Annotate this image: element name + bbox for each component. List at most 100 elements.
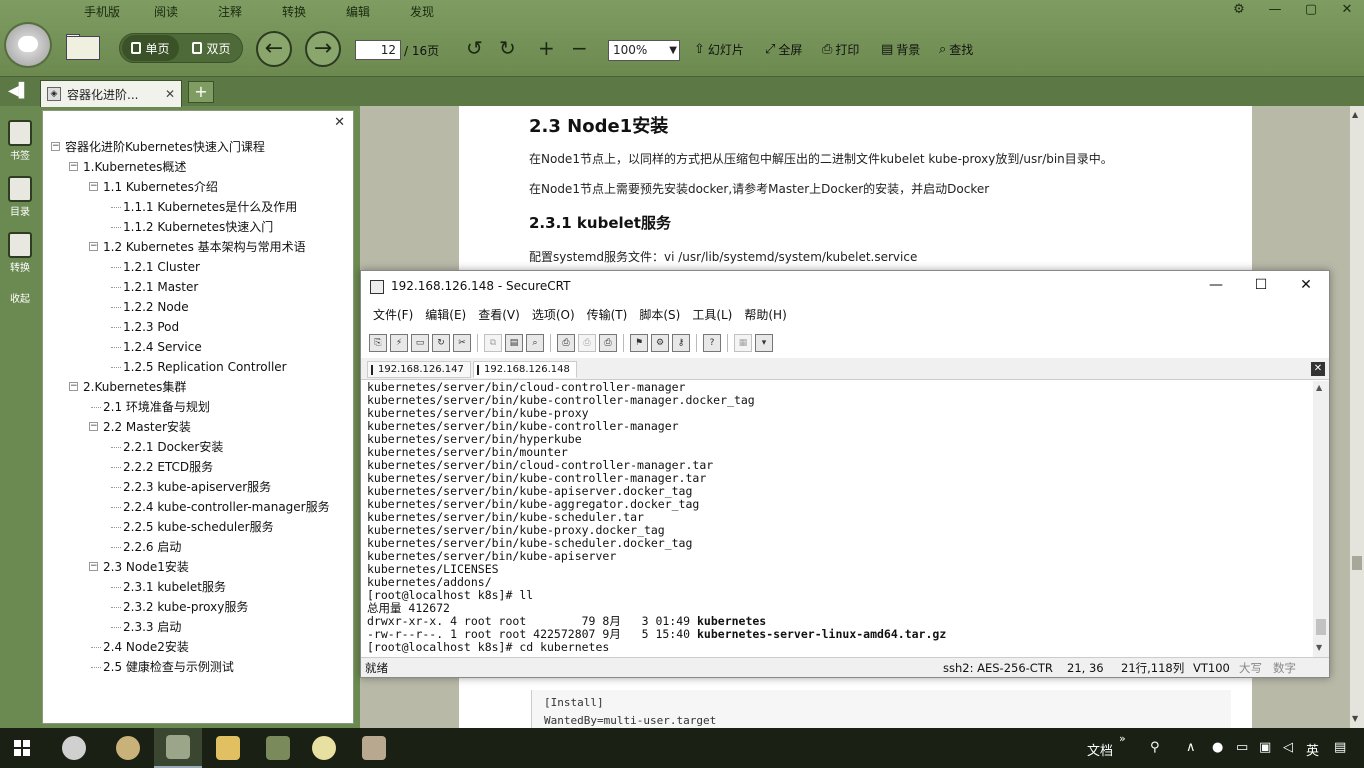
collapse-toggle-icon[interactable]: − bbox=[89, 182, 98, 191]
toc-item[interactable]: 2.3.1 kubelet服务 bbox=[43, 577, 353, 597]
background-button[interactable]: ▤ 背景 bbox=[881, 41, 920, 58]
next-page-icon[interactable]: → bbox=[305, 31, 341, 67]
prev-page-icon[interactable]: ← bbox=[256, 31, 292, 67]
session-close-icon[interactable]: ✕ bbox=[1311, 362, 1325, 376]
toc-button[interactable]: 目录 bbox=[3, 176, 37, 218]
crt-menu-script[interactable]: 脚本(S) bbox=[633, 305, 686, 325]
fullscreen-button[interactable]: ⤢ 全屏 bbox=[765, 41, 802, 58]
toc-item[interactable]: 1.2.1 Cluster bbox=[43, 257, 353, 277]
windows-start-icon[interactable] bbox=[14, 740, 30, 756]
crt-menu-tools[interactable]: 工具(L) bbox=[686, 305, 738, 325]
help-icon[interactable]: ? bbox=[703, 334, 721, 352]
toc-item[interactable]: −1.1 Kubernetes介绍 bbox=[43, 177, 353, 197]
taskbar-app-1-icon[interactable] bbox=[104, 728, 152, 768]
crt-maximize-icon[interactable]: ☐ bbox=[1251, 277, 1271, 295]
scroll-down-icon[interactable]: ▼ bbox=[1352, 714, 1358, 723]
zoom-out-icon[interactable]: − bbox=[571, 36, 588, 60]
crt-close-icon[interactable]: ✕ bbox=[1296, 277, 1316, 295]
single-page-button[interactable]: 单页 bbox=[122, 35, 179, 61]
collapse-toggle-icon[interactable]: − bbox=[89, 562, 98, 571]
menu-discover[interactable]: 发现 bbox=[390, 2, 454, 22]
session-tab-147[interactable]: 192.168.126.147 bbox=[367, 361, 471, 378]
toc-item[interactable]: 2.3.3 启动 bbox=[43, 617, 353, 637]
print-button[interactable]: ⎙ 打印 bbox=[822, 41, 859, 58]
toc-item[interactable]: 2.1 环境准备与规划 bbox=[43, 397, 353, 417]
toc-item[interactable]: 2.2.6 启动 bbox=[43, 537, 353, 557]
bookmark-button[interactable]: 书签 bbox=[3, 120, 37, 162]
terminal-scroll-thumb[interactable] bbox=[1316, 619, 1326, 635]
toc-item[interactable]: −2.3 Node1安装 bbox=[43, 557, 353, 577]
rotate-left-icon[interactable]: ↺ bbox=[466, 36, 483, 60]
toc-item[interactable]: 1.2.2 Node bbox=[43, 297, 353, 317]
global-options-icon[interactable]: ⚙ bbox=[651, 334, 669, 352]
maximize-icon[interactable]: ▢ bbox=[1300, 0, 1322, 20]
find-button[interactable]: ⌕ 查找 bbox=[939, 41, 973, 58]
close-icon[interactable]: ✕ bbox=[1336, 0, 1358, 20]
crt-menu-edit[interactable]: 编辑(E) bbox=[419, 305, 472, 325]
task-view-icon[interactable] bbox=[50, 728, 98, 768]
tray-battery-icon[interactable]: ▭ bbox=[1236, 740, 1248, 755]
paste-icon[interactable]: ▤ bbox=[505, 334, 523, 352]
toc-item[interactable]: 2.2.1 Docker安装 bbox=[43, 437, 353, 457]
toc-item[interactable]: 2.2.2 ETCD服务 bbox=[43, 457, 353, 477]
print-selection-icon[interactable]: ⎙ bbox=[578, 334, 596, 352]
toc-item[interactable]: 1.2.5 Replication Controller bbox=[43, 357, 353, 377]
menu-edit[interactable]: 编辑 bbox=[326, 2, 390, 22]
settings-gear-icon[interactable]: ⚙ bbox=[1228, 0, 1250, 20]
toc-item[interactable]: −2.Kubernetes集群 bbox=[43, 377, 353, 397]
rotate-right-icon[interactable]: ↻ bbox=[499, 36, 516, 60]
tray-ime[interactable]: 英 bbox=[1306, 740, 1319, 759]
collapse-toggle-icon[interactable]: − bbox=[89, 242, 98, 251]
tray-documents[interactable]: 文档 bbox=[1087, 740, 1113, 759]
session-tab-148[interactable]: 192.168.126.148 bbox=[473, 361, 577, 378]
zoom-select[interactable]: 100% ▼ bbox=[608, 40, 680, 61]
taskbar-securecrt-icon[interactable] bbox=[350, 728, 398, 768]
crt-menu-file[interactable]: 文件(F) bbox=[367, 305, 419, 325]
toc-item[interactable]: 2.2.3 kube-apiserver服务 bbox=[43, 477, 353, 497]
scroll-up-icon[interactable]: ▲ bbox=[1316, 383, 1322, 392]
copy-icon[interactable]: ⧉ bbox=[484, 334, 502, 352]
connect-icon[interactable]: ⎘ bbox=[369, 334, 387, 352]
taskbar-reader-icon[interactable] bbox=[154, 728, 202, 768]
tray-record-icon[interactable]: ● bbox=[1212, 740, 1223, 755]
tray-person-icon[interactable]: ⚲ bbox=[1150, 740, 1160, 755]
menu-mobile[interactable]: 手机版 bbox=[70, 2, 134, 22]
collapse-button[interactable]: 收起 bbox=[3, 290, 37, 305]
toc-item[interactable]: 2.3.2 kube-proxy服务 bbox=[43, 597, 353, 617]
toc-item[interactable]: 1.2.4 Service bbox=[43, 337, 353, 357]
collapse-toggle-icon[interactable]: − bbox=[89, 422, 98, 431]
collapse-toggle-icon[interactable]: − bbox=[51, 142, 60, 151]
toc-item[interactable]: 2.2.5 kube-scheduler服务 bbox=[43, 517, 353, 537]
minimize-icon[interactable]: — bbox=[1264, 0, 1286, 20]
slideshow-button[interactable]: ⇧ 幻灯片 bbox=[694, 41, 744, 58]
toc-item[interactable]: 2.5 健康检查与示例测试 bbox=[43, 657, 353, 677]
new-tab-button[interactable]: + bbox=[188, 81, 214, 103]
toc-item[interactable]: −1.Kubernetes概述 bbox=[43, 157, 353, 177]
open-folder-icon[interactable] bbox=[66, 34, 100, 60]
tray-volume-icon[interactable]: ◁ bbox=[1283, 740, 1293, 755]
disconnect-icon[interactable]: ✂ bbox=[453, 334, 471, 352]
scroll-down-icon[interactable]: ▼ bbox=[1316, 643, 1322, 652]
terminal-output[interactable]: kubernetes/server/bin/cloud-controller-m… bbox=[362, 381, 1312, 657]
printer-icon[interactable]: ⎙ bbox=[599, 334, 617, 352]
crt-menu-view[interactable]: 查看(V) bbox=[472, 305, 526, 325]
reconnect-icon[interactable]: ↻ bbox=[432, 334, 450, 352]
toolbar-more-icon[interactable]: ▾ bbox=[755, 334, 773, 352]
find-text-icon[interactable]: ⌕ bbox=[526, 334, 544, 352]
collapse-toggle-icon[interactable]: − bbox=[69, 162, 78, 171]
zoom-in-icon[interactable]: + bbox=[538, 36, 555, 60]
keypad-icon[interactable]: ▦ bbox=[734, 334, 752, 352]
browser-icon[interactable] bbox=[300, 728, 348, 768]
tray-chevron-up-icon[interactable]: ∧ bbox=[1186, 740, 1196, 755]
menu-read[interactable]: 阅读 bbox=[134, 2, 198, 22]
menu-annotate[interactable]: 注释 bbox=[198, 2, 262, 22]
collapse-toggle-icon[interactable]: − bbox=[69, 382, 78, 391]
toc-item[interactable]: 1.1.1 Kubernetes是什么及作用 bbox=[43, 197, 353, 217]
crt-minimize-icon[interactable]: — bbox=[1206, 277, 1226, 295]
session-options-icon[interactable]: ⚑ bbox=[630, 334, 648, 352]
toc-item[interactable]: 1.2.3 Pod bbox=[43, 317, 353, 337]
print-screen-icon[interactable]: ⎙ bbox=[557, 334, 575, 352]
double-page-button[interactable]: 双页 bbox=[183, 35, 240, 61]
crt-menu-options[interactable]: 选项(O) bbox=[526, 305, 581, 325]
scroll-thumb[interactable] bbox=[1352, 556, 1362, 570]
